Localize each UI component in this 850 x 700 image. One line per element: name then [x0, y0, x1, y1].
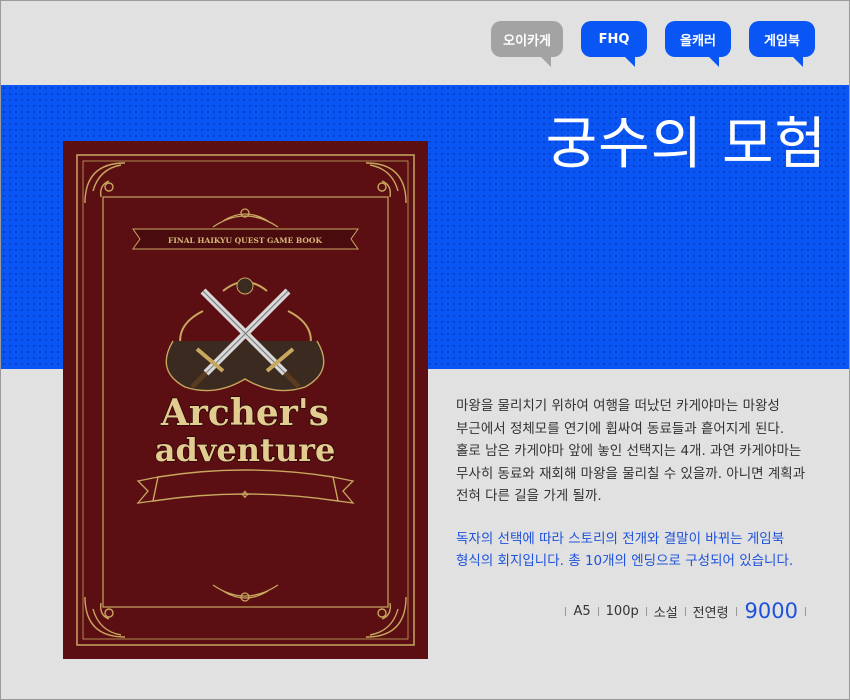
highlight-line: 독자의 선택에 따라 스토리의 전개와 결말이 바뀌는 게임북 [456, 530, 785, 547]
tag-gamebook[interactable]: 게임북 [749, 21, 815, 67]
book-cover-image: FINAL HAIKYU QUEST GAME BOOK Archer's ad… [63, 141, 428, 659]
price: 9000 [744, 599, 798, 623]
svg-text:✥: ✥ [241, 490, 249, 501]
spec-pages: 100p [605, 603, 639, 619]
spec-genre: 소설 [653, 605, 678, 621]
cover-title-line1: Archer's [160, 392, 329, 434]
description-line: 전혀 다른 길을 가게 될까. [456, 488, 602, 504]
description-line: 홀로 남은 카게야마 앞에 놓인 선택지는 4개. 과연 카게야마는 [456, 443, 802, 459]
tag-oikage[interactable]: 오이카게 [491, 21, 563, 67]
description-line: 무사히 동료와 재회해 마왕을 물리칠 수 있을까. 아니면 계획과 [456, 465, 806, 482]
tag-list: 오이카게 FHQ 올캐러 게임북 [491, 21, 815, 67]
cover-subtitle: FINAL HAIKYU QUEST GAME BOOK [168, 236, 322, 245]
cover-title-line2: adventure [155, 431, 336, 469]
product-page: 오이카게 FHQ 올캐러 게임북 궁수의 모험 FINAL HAIKYU QUE… [0, 0, 850, 700]
product-description: 마왕을 물리치기 위하여 여행을 떠났던 카게야마는 마왕성 부근에서 정체모를… [456, 395, 825, 573]
description-line: 부근에서 정체모를 연기에 휩싸여 동료들과 흩어지게 된다. [456, 420, 785, 437]
tag-all-characters[interactable]: 올캐러 [665, 21, 731, 67]
highlight-line: 형식의 회지입니다. 총 10개의 엔딩으로 구성되어 있습니다. [456, 553, 794, 569]
spec-size: A5 [573, 603, 591, 619]
description-line: 마왕을 물리치기 위하여 여행을 떠났던 카게야마는 마왕성 [456, 398, 780, 414]
spec-rating: 전연령 [692, 605, 729, 621]
tag-fhq[interactable]: FHQ [581, 21, 647, 67]
page-title: 궁수의 모험 [545, 112, 827, 177]
book-spec-bar: A5 100p 소설 전연령 9000 [558, 599, 813, 623]
crossed-swords-icon [165, 277, 325, 392]
